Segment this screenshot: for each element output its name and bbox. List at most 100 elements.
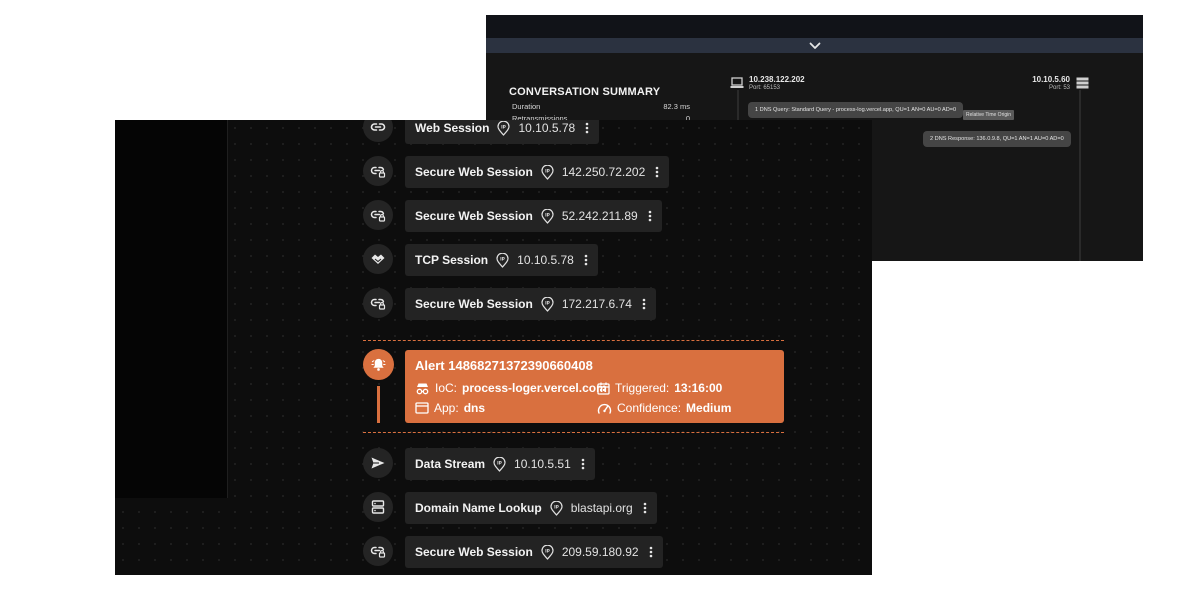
svg-text:IP: IP xyxy=(500,256,505,261)
event-label: Data Stream xyxy=(415,457,486,471)
alert-ioc: IoC: process-loger.vercel.com xyxy=(415,381,607,395)
message-bubble[interactable]: 1 DNS Query: Standard Query - process-lo… xyxy=(748,102,964,118)
alert-divider-bottom xyxy=(363,432,784,433)
ip-pin-icon: IP xyxy=(541,544,554,560)
calendar-icon xyxy=(597,382,610,395)
event-value: 52.242.211.89 xyxy=(561,209,638,223)
confidence-label: Confidence: xyxy=(617,401,682,415)
destination-host: 10.10.5.60 Port: 53 xyxy=(1032,75,1070,91)
side-block xyxy=(115,120,227,498)
event-chip[interactable]: Secure Web Session IP 172.217.6.74 xyxy=(405,288,656,320)
message-text: 1 DNS Query: Standard Query - process-lo… xyxy=(755,107,957,113)
summary-value: 82.3 ms xyxy=(663,102,690,111)
collapse-bar[interactable] xyxy=(486,38,1143,53)
gauge-icon xyxy=(597,403,612,414)
app-label: App: xyxy=(434,401,459,415)
link-icon xyxy=(363,120,393,142)
ip-pin-icon: IP xyxy=(541,164,554,180)
event-chip[interactable]: Web Session IP 10.10.5.78 xyxy=(405,120,600,144)
ip-pin-icon: IP xyxy=(550,500,563,516)
event-value: 10.10.5.51 xyxy=(514,457,571,471)
summary-label: Duration xyxy=(512,102,541,111)
alert-divider-top xyxy=(363,340,784,341)
side-divider xyxy=(227,120,228,498)
more-vertical-icon[interactable] xyxy=(649,546,653,558)
event-label: Secure Web Session xyxy=(415,165,533,179)
event-chip[interactable]: Secure Web Session IP 142.250.72.202 xyxy=(405,156,670,188)
summary-row-duration: Duration 82.3 ms xyxy=(512,102,690,111)
source-ip: 10.238.122.202 xyxy=(749,75,805,84)
secure-link-icon xyxy=(363,200,393,230)
svg-text:IP: IP xyxy=(554,504,559,509)
ioc-value: process-loger.vercel.com xyxy=(462,381,607,395)
alert-app: App: dns xyxy=(415,401,485,415)
alert-confidence: Confidence: Medium xyxy=(597,401,731,415)
event-chip[interactable]: Secure Web Session IP 52.242.211.89 xyxy=(405,200,662,232)
handshake-icon xyxy=(363,244,393,274)
more-vertical-icon[interactable] xyxy=(643,502,647,514)
alert-title: Alert 14868271372390660408 xyxy=(415,358,593,373)
source-host: 10.238.122.202 Port: 65153 xyxy=(749,75,805,91)
window-icon xyxy=(415,402,429,414)
message-bubble[interactable]: 2 DNS Response: 136.0.9.8, QU=1 AN=1 AU=… xyxy=(923,131,1071,147)
secure-link-icon xyxy=(363,156,393,186)
timeline-panel: Web Session IP 10.10.5.78 Secure Web Ses… xyxy=(115,120,872,575)
event-label: Secure Web Session xyxy=(415,297,533,311)
svg-text:IP: IP xyxy=(545,548,550,553)
spy-icon xyxy=(416,383,429,394)
event-chip[interactable]: Data Stream IP 10.10.5.51 xyxy=(405,448,595,480)
more-vertical-icon[interactable] xyxy=(648,210,652,222)
event-value: 172.217.6.74 xyxy=(561,297,632,311)
alert-stem xyxy=(377,386,380,423)
confidence-value: Medium xyxy=(686,401,732,415)
event-label: Domain Name Lookup xyxy=(415,501,542,515)
ip-pin-icon: IP xyxy=(497,120,511,136)
more-vertical-icon[interactable] xyxy=(585,122,589,134)
ip-pin-icon: IP xyxy=(541,208,554,224)
svg-text:IP: IP xyxy=(545,300,550,305)
event-label: Secure Web Session xyxy=(415,545,533,559)
alert-triggered: Triggered: 13:16:00 xyxy=(597,381,722,395)
event-label: Secure Web Session xyxy=(415,209,533,223)
more-vertical-icon[interactable] xyxy=(655,166,659,178)
event-label: TCP Session xyxy=(415,253,489,267)
alert-card[interactable]: Alert 14868271372390660408 IoC: process-… xyxy=(405,350,784,423)
destination-lane xyxy=(1079,90,1081,261)
secure-link-icon xyxy=(363,536,393,566)
event-value: 142.250.72.202 xyxy=(561,165,646,179)
svg-text:IP: IP xyxy=(545,168,550,173)
laptop-icon xyxy=(730,77,744,88)
ip-pin-icon: IP xyxy=(493,456,506,472)
svg-text:IP: IP xyxy=(497,460,502,465)
event-chip[interactable]: TCP Session IP 10.10.5.78 xyxy=(405,244,598,276)
chevron-down-icon[interactable] xyxy=(809,42,821,50)
conversation-summary-title: CONVERSATION SUMMARY xyxy=(509,86,661,98)
event-value: 10.10.5.78 xyxy=(518,121,576,135)
relative-time-tag: Relative Time Origin xyxy=(963,110,1015,120)
secure-link-icon xyxy=(363,288,393,318)
more-vertical-icon[interactable] xyxy=(642,298,646,310)
triggered-label: Triggered: xyxy=(615,381,670,395)
event-value: 209.59.180.92 xyxy=(561,545,639,559)
ip-pin-icon: IP xyxy=(541,296,554,312)
event-label: Web Session xyxy=(415,121,490,135)
alert-bell-icon xyxy=(363,349,394,380)
server-icon xyxy=(363,492,393,522)
app-value: dns xyxy=(463,401,486,415)
svg-text:IP: IP xyxy=(545,212,550,217)
event-value: 10.10.5.78 xyxy=(517,253,574,267)
triggered-value: 13:16:00 xyxy=(674,381,723,395)
svg-text:IP: IP xyxy=(502,124,507,129)
send-icon xyxy=(363,448,393,478)
server-icon xyxy=(1076,77,1089,89)
ip-pin-icon: IP xyxy=(496,252,509,268)
panel-top-strip xyxy=(486,15,1143,38)
ioc-label: IoC: xyxy=(435,381,458,395)
more-vertical-icon[interactable] xyxy=(581,458,585,470)
message-text: 2 DNS Response: 136.0.9.8, QU=1 AN=1 AU=… xyxy=(930,136,1064,142)
destination-port: Port: 53 xyxy=(1048,85,1070,91)
event-chip[interactable]: Secure Web Session IP 209.59.180.92 xyxy=(405,536,663,568)
more-vertical-icon[interactable] xyxy=(584,254,588,266)
destination-ip: 10.10.5.60 xyxy=(1032,75,1070,84)
event-chip[interactable]: Domain Name Lookup IP blastapi.org xyxy=(405,492,657,524)
